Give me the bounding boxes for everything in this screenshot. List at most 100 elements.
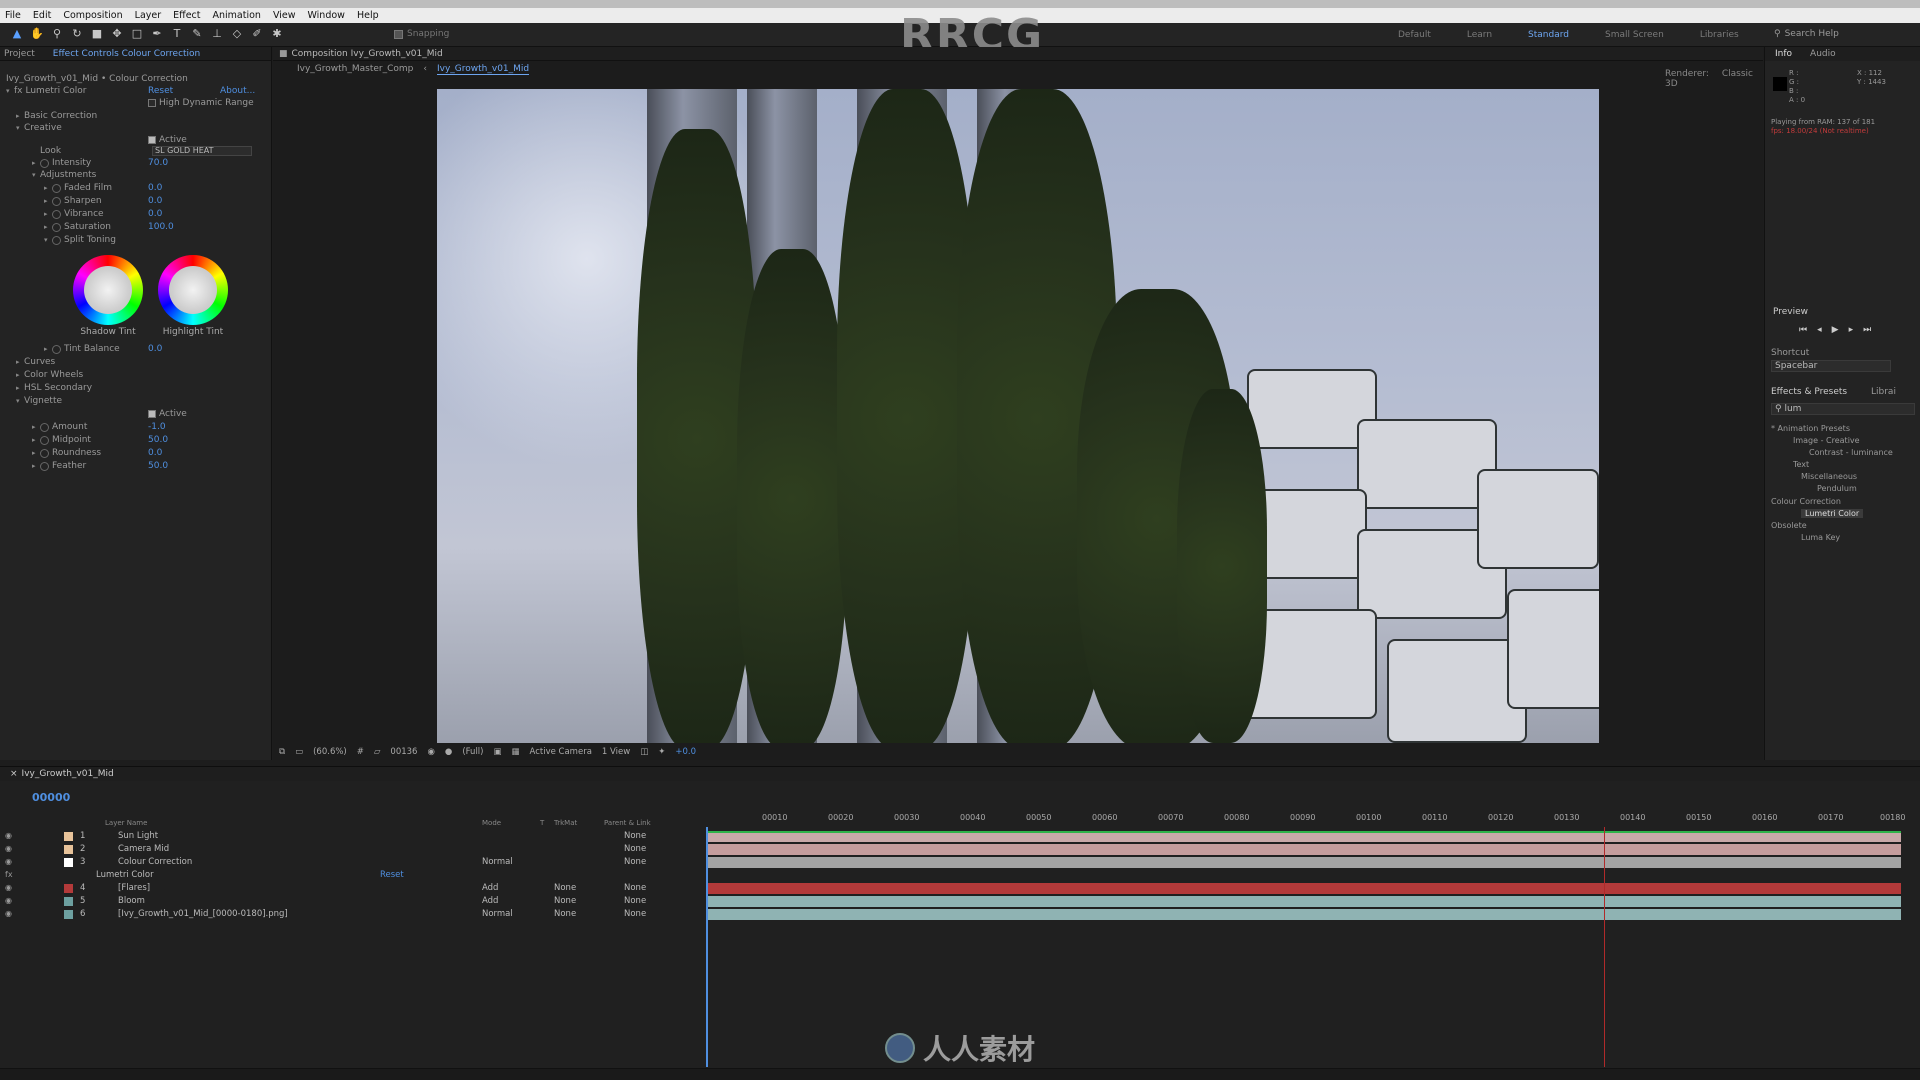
eye-icon[interactable]: ◉	[5, 857, 12, 866]
selection-tool-icon[interactable]: ▲	[10, 27, 24, 41]
chevron-right-icon[interactable]: ▸	[44, 345, 52, 353]
eye-icon[interactable]: ◉	[5, 896, 12, 905]
layer-row-5[interactable]: ◉ 5 Bloom Add None None	[0, 896, 705, 908]
parent-dropdown[interactable]: None	[624, 831, 646, 841]
parent-dropdown[interactable]: None	[624, 896, 646, 906]
stopwatch-icon[interactable]	[40, 461, 49, 471]
roi-icon[interactable]: ▣	[493, 747, 501, 757]
chevron-right-icon[interactable]: ▸	[44, 184, 52, 192]
camera-tool-icon[interactable]: ■	[90, 27, 104, 41]
layer-bar[interactable]	[706, 883, 1901, 894]
zoom-tool-icon[interactable]: ⚲	[50, 27, 64, 41]
breadcrumb-current[interactable]: Ivy_Growth_v01_Mid	[437, 64, 530, 75]
tab-effects-presets[interactable]: Effects & Presets	[1771, 387, 1847, 397]
midpoint-value[interactable]: 50.0	[148, 434, 168, 446]
label-color[interactable]	[64, 832, 73, 841]
effects-search-input[interactable]: ⚲ lum	[1771, 403, 1915, 415]
layer-name[interactable]: [Flares]	[118, 883, 150, 893]
chevron-right-icon[interactable]: ▸	[32, 449, 40, 457]
roundness-value[interactable]: 0.0	[148, 447, 162, 459]
workspace-small-screen[interactable]: Small Screen	[1605, 30, 1664, 40]
chevron-right-icon[interactable]: ▸	[32, 423, 40, 431]
layer-name[interactable]: Colour Correction	[118, 857, 192, 867]
section-vignette[interactable]: ▾ Vignette	[16, 395, 62, 407]
trkmat-dropdown[interactable]: None	[554, 909, 576, 919]
workspace-standard[interactable]: Standard	[1528, 30, 1569, 40]
creative-active[interactable]: Active	[148, 134, 187, 146]
color-channel-icon[interactable]: ●	[445, 747, 452, 757]
parent-dropdown[interactable]: None	[624, 844, 646, 854]
layer-bar[interactable]	[706, 844, 1901, 855]
layer-bar[interactable]	[706, 857, 1901, 868]
eye-icon[interactable]: ◉	[5, 844, 12, 853]
timeline-comp-tab[interactable]: Ivy_Growth_v01_Mid	[22, 769, 114, 779]
layer-name[interactable]: Sun Light	[118, 831, 158, 841]
rotate-tool-icon[interactable]: ↻	[70, 27, 84, 41]
eye-icon[interactable]: ◉	[5, 831, 12, 840]
rectangle-tool-icon[interactable]: □	[130, 27, 144, 41]
section-hsl[interactable]: ▸ HSL Secondary	[16, 382, 92, 394]
vibrance-value[interactable]: 0.0	[148, 208, 162, 220]
split-toning-row[interactable]: ▾ Split Toning	[44, 234, 116, 246]
intensity-value[interactable]: 70.0	[148, 157, 168, 169]
menu-effect[interactable]: Effect	[172, 10, 201, 21]
tab-audio[interactable]: Audio	[1810, 49, 1836, 59]
composition-viewer[interactable]	[437, 89, 1599, 743]
tree-text[interactable]: Text	[1793, 460, 1809, 469]
tree-miscellaneous[interactable]: Miscellaneous	[1801, 472, 1857, 481]
menu-edit[interactable]: Edit	[32, 10, 52, 21]
camera-dropdown[interactable]: Active Camera	[530, 747, 592, 757]
stopwatch-icon[interactable]	[40, 435, 49, 445]
mode-dropdown[interactable]: Normal	[482, 857, 513, 867]
layer-name[interactable]: Bloom	[118, 896, 145, 906]
tint-balance-value[interactable]: 0.0	[148, 343, 162, 355]
hand-tool-icon[interactable]: ✋	[30, 27, 44, 41]
feather-value[interactable]: 50.0	[148, 460, 168, 472]
chevron-right-icon[interactable]: ▸	[32, 159, 40, 167]
section-creative[interactable]: ▾ Creative	[16, 122, 62, 134]
stopwatch-icon[interactable]	[52, 209, 61, 219]
grid-icon[interactable]: #	[357, 747, 364, 757]
type-tool-icon[interactable]: T	[170, 27, 184, 41]
trkmat-dropdown[interactable]: None	[554, 883, 576, 893]
effect-reset[interactable]: Reset	[380, 870, 404, 880]
parent-dropdown[interactable]: None	[624, 883, 646, 893]
tab-project[interactable]: Project	[4, 49, 35, 59]
tree-contrast-luminance[interactable]: Contrast - luminance	[1809, 448, 1893, 457]
exposure-value[interactable]: +0.0	[675, 747, 696, 757]
tree-pendulum[interactable]: Pendulum	[1817, 484, 1857, 493]
chevron-right-icon[interactable]: ▸	[44, 223, 52, 231]
puppet-tool-icon[interactable]: ✱	[270, 27, 284, 41]
eye-icon[interactable]: ◉	[5, 909, 12, 918]
adjustments-row[interactable]: ▾ Adjustments	[32, 169, 96, 181]
about-link[interactable]: About...	[220, 85, 255, 97]
search-help[interactable]: ⚲ Search Help	[1774, 29, 1839, 39]
chevron-right-icon[interactable]: ▸	[44, 210, 52, 218]
stopwatch-icon[interactable]	[40, 448, 49, 458]
chevron-right-icon[interactable]: ▸	[32, 462, 40, 470]
last-frame-icon[interactable]: ⏭	[1863, 325, 1871, 335]
label-color[interactable]	[64, 845, 73, 854]
menu-help[interactable]: Help	[356, 10, 380, 21]
close-icon[interactable]: ×	[10, 769, 18, 779]
tab-info[interactable]: Info	[1775, 49, 1792, 59]
layer-row-3[interactable]: ◉ 3 Colour Correction Normal None	[0, 857, 705, 869]
highlight-tint-wheel[interactable]	[158, 255, 228, 325]
tree-obsolete[interactable]: Obsolete	[1771, 521, 1807, 530]
stopwatch-icon[interactable]	[52, 183, 61, 193]
tab-effect-controls[interactable]: Effect Controls Colour Correction	[53, 49, 200, 59]
current-time-indicator[interactable]	[706, 827, 708, 1067]
current-time[interactable]: 00136	[390, 747, 417, 757]
vignette-active[interactable]: Active	[148, 408, 187, 420]
shortcut-dropdown[interactable]: Spacebar	[1771, 360, 1891, 372]
saturation-value[interactable]: 100.0	[148, 221, 174, 233]
shadow-tint-wheel[interactable]	[73, 255, 143, 325]
hdr-checkbox-row[interactable]: High Dynamic Range	[148, 97, 254, 109]
effect-name[interactable]: Lumetri Color	[96, 870, 154, 880]
hdr-checkbox[interactable]	[148, 99, 156, 107]
faded-film-value[interactable]: 0.0	[148, 182, 162, 194]
eraser-tool-icon[interactable]: ◇	[230, 27, 244, 41]
tree-image-creative[interactable]: Image - Creative	[1793, 436, 1860, 445]
transparency-grid-icon[interactable]: ▦	[512, 747, 520, 757]
clone-stamp-tool-icon[interactable]: ⊥	[210, 27, 224, 41]
